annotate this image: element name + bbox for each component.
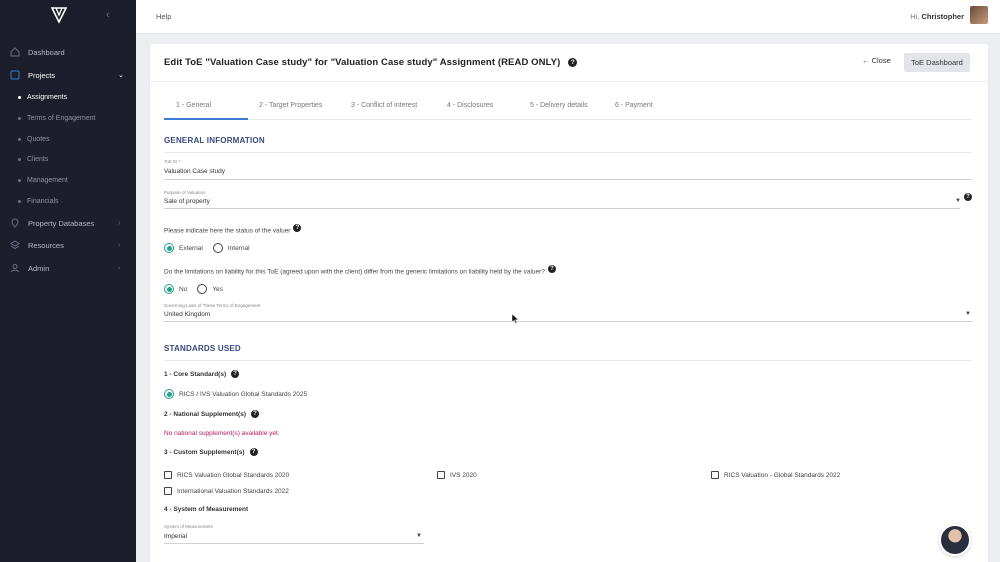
collapse-sidebar-icon[interactable]: ‹ bbox=[106, 9, 110, 21]
governing-laws-select[interactable]: United Kingdom bbox=[164, 311, 210, 318]
purpose-select[interactable]: Sale of property bbox=[164, 198, 210, 205]
tab-payment[interactable]: 6 - Payment bbox=[615, 102, 653, 109]
help-icon[interactable]: ? bbox=[249, 448, 258, 456]
checkbox[interactable] bbox=[164, 471, 172, 479]
section-title-general: GENERAL INFORMATION bbox=[164, 136, 265, 145]
sidebar-item-label: Admin bbox=[28, 263, 50, 273]
sidebar-item-label: Resources bbox=[28, 240, 64, 250]
section-title-standards: STANDARDS USED bbox=[164, 344, 241, 353]
toe-edit-card: Edit ToE "Valuation Case study" for "Val… bbox=[150, 44, 988, 562]
close-button[interactable]: ← Close bbox=[862, 56, 891, 65]
radio-core-standard[interactable] bbox=[164, 389, 174, 399]
location-icon bbox=[10, 218, 20, 228]
sidebar-subitem-clients[interactable]: Clients bbox=[18, 152, 48, 166]
checkbox[interactable] bbox=[711, 471, 719, 479]
chevron-down-icon[interactable]: ▼ bbox=[965, 311, 971, 317]
sidebar-item-property-databases[interactable]: Property Databases › bbox=[10, 214, 120, 232]
help-icon[interactable]: ? bbox=[568, 57, 578, 67]
chevron-down-icon[interactable]: ▼ bbox=[416, 533, 422, 539]
tab-target-properties[interactable]: 2 - Target Properties bbox=[259, 102, 322, 109]
tab-bar: 1 - General 2 - Target Properties 3 - Co… bbox=[164, 100, 972, 120]
chevron-right-icon: › bbox=[118, 241, 121, 249]
sidebar-item-projects[interactable]: Projects ⌄ bbox=[10, 66, 124, 84]
radio-external[interactable] bbox=[164, 243, 174, 253]
radio-no[interactable] bbox=[164, 284, 174, 294]
core-standard-option: RICS / IVS Valuation Global Standards 20… bbox=[164, 389, 307, 399]
toe-id-field[interactable]: Valuation Case study bbox=[164, 168, 225, 175]
home-icon bbox=[10, 47, 20, 57]
sidebar-subitem-management[interactable]: Management bbox=[18, 173, 68, 187]
liability-question: Do the limitations on liability for this… bbox=[164, 265, 556, 276]
admin-icon bbox=[10, 263, 20, 273]
help-icon[interactable]: ? bbox=[250, 410, 259, 418]
valuer-status-radio-group: External Internal bbox=[164, 243, 250, 253]
page-title: Edit ToE "Valuation Case study" for "Val… bbox=[164, 57, 578, 68]
top-bar: Help Hi, Christopher bbox=[136, 0, 1000, 34]
help-icon[interactable]: ? bbox=[231, 370, 240, 378]
sidebar: ‹ Dashboard Projects ⌄ Assignments Terms… bbox=[0, 0, 136, 562]
sidebar-subitem-terms-of-engagement[interactable]: Terms of Engagement bbox=[18, 111, 95, 125]
national-supplements-heading: 2 - National Supplement(s)? bbox=[164, 410, 259, 418]
mouse-cursor-icon bbox=[512, 314, 520, 324]
tab-general[interactable]: 1 - General bbox=[176, 102, 211, 109]
help-link[interactable]: Help bbox=[156, 12, 171, 21]
sidebar-item-resources[interactable]: Resources › bbox=[10, 236, 120, 254]
checkbox[interactable] bbox=[437, 471, 445, 479]
tab-disclosures[interactable]: 4 - Disclosures bbox=[447, 102, 493, 109]
chevron-right-icon: › bbox=[118, 219, 121, 227]
layers-icon bbox=[10, 240, 20, 250]
national-supplement-warning: No national supplement(s) available yet. bbox=[164, 430, 280, 437]
sidebar-item-dashboard[interactable]: Dashboard bbox=[10, 43, 65, 61]
checkbox[interactable] bbox=[164, 487, 172, 495]
sidebar-subitem-assignments[interactable]: Assignments bbox=[18, 90, 67, 104]
sidebar-subitem-financials[interactable]: Financials bbox=[18, 194, 59, 208]
avatar[interactable] bbox=[970, 6, 988, 24]
support-chat-avatar[interactable] bbox=[939, 524, 971, 556]
active-tab-indicator bbox=[164, 118, 248, 120]
help-icon[interactable]: ? bbox=[547, 265, 556, 273]
tab-conflict-of-interest[interactable]: 3 - Conflict of interest bbox=[351, 102, 417, 109]
sidebar-item-label: Dashboard bbox=[28, 47, 65, 57]
chevron-right-icon: › bbox=[118, 264, 121, 272]
help-icon[interactable]: ? bbox=[964, 193, 972, 201]
sidebar-item-label: Projects bbox=[28, 70, 56, 80]
radio-yes[interactable] bbox=[197, 284, 208, 294]
chevron-down-icon[interactable]: ▼ bbox=[955, 198, 961, 204]
measurement-select[interactable]: Imperial bbox=[164, 533, 187, 540]
governing-laws-label: Governing Laws of These Terms of Engagem… bbox=[164, 303, 261, 308]
purpose-label: Purpose of Valuation bbox=[164, 190, 206, 195]
chevron-down-icon: ⌄ bbox=[118, 72, 124, 79]
app-logo-icon[interactable] bbox=[50, 6, 68, 24]
core-standards-heading: 1 - Core Standard(s)? bbox=[164, 370, 240, 378]
arrow-left-icon: ← bbox=[862, 56, 870, 65]
valuer-status-question: Please indicate here the status of the v… bbox=[164, 224, 302, 235]
sidebar-item-admin[interactable]: Admin › bbox=[10, 259, 120, 277]
measurement-label: System of Measurement bbox=[164, 524, 213, 529]
projects-icon bbox=[10, 70, 20, 80]
radio-internal[interactable] bbox=[212, 243, 223, 253]
checkbox-ivs-2020[interactable]: IVS 2020 bbox=[437, 471, 477, 479]
toe-id-label: ToE ID * bbox=[164, 159, 181, 164]
help-icon[interactable]: ? bbox=[293, 224, 302, 232]
sidebar-item-label: Property Databases bbox=[28, 218, 95, 228]
tab-delivery-details[interactable]: 5 - Delivery details bbox=[530, 102, 588, 109]
sidebar-subitem-quotes[interactable]: Quotes bbox=[18, 132, 50, 146]
checkbox-rics-2022[interactable]: RICS Valuation - Global Standards 2022 bbox=[711, 471, 840, 479]
liability-radio-group: No Yes bbox=[164, 284, 223, 294]
measurement-heading: 4 - System of Measurement bbox=[164, 506, 249, 513]
toe-dashboard-button[interactable]: ToE Dashboard bbox=[904, 53, 970, 72]
checkbox-ivs-2022[interactable]: International Valuation Standards 2022 bbox=[164, 487, 289, 495]
checkbox-rics-2020[interactable]: RICS Valuation Global Standards 2020 bbox=[164, 471, 289, 479]
custom-supplements-heading: 3 - Custom Supplement(s)? bbox=[164, 448, 258, 456]
user-greeting[interactable]: Hi, Christopher bbox=[910, 12, 964, 21]
